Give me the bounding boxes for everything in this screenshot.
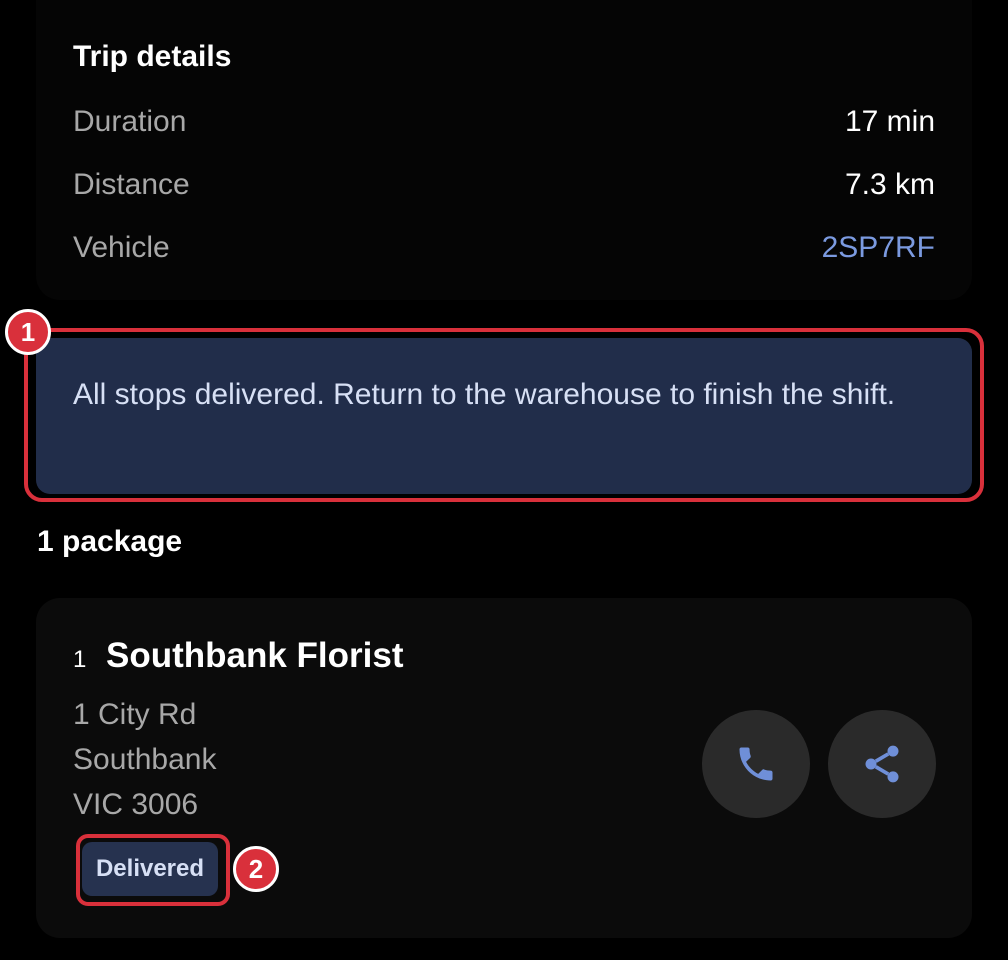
vehicle-row: Vehicle 2SP7RF — [73, 228, 935, 268]
marker-1: 1 — [5, 309, 51, 355]
duration-row: Duration 17 min — [73, 102, 935, 142]
marker-2: 2 — [233, 846, 279, 892]
banner-message: All stops delivered. Return to the wareh… — [73, 378, 896, 411]
distance-row: Distance 7.3 km — [73, 165, 935, 205]
app-screen: Trip details Duration 17 min Distance 7.… — [0, 0, 1008, 960]
share-icon — [865, 745, 899, 783]
vehicle-link[interactable]: 2SP7RF — [822, 231, 935, 265]
package-index: 1 — [73, 646, 87, 673]
address-line-1: 1 City Rd — [73, 698, 197, 731]
address-line-2: Southbank — [73, 743, 217, 776]
vehicle-label: Vehicle — [73, 231, 170, 264]
address-line-3: VIC 3006 — [73, 788, 199, 821]
info-banner: All stops delivered. Return to the wareh… — [36, 338, 972, 494]
package-count: 1 package — [37, 525, 183, 558]
status-badge: Delivered — [82, 842, 218, 896]
call-button[interactable] — [702, 710, 810, 818]
trip-details-title: Trip details — [73, 40, 232, 73]
duration-value: 17 min — [844, 105, 935, 138]
share-button[interactable] — [828, 710, 936, 818]
duration-label: Duration — [73, 105, 187, 138]
package-name: Southbank Florist — [106, 636, 404, 675]
distance-label: Distance — [73, 168, 190, 201]
phone-icon — [739, 747, 773, 781]
trip-details-card: Trip details Duration 17 min Distance 7.… — [36, 0, 972, 300]
distance-value: 7.3 km — [844, 168, 935, 201]
